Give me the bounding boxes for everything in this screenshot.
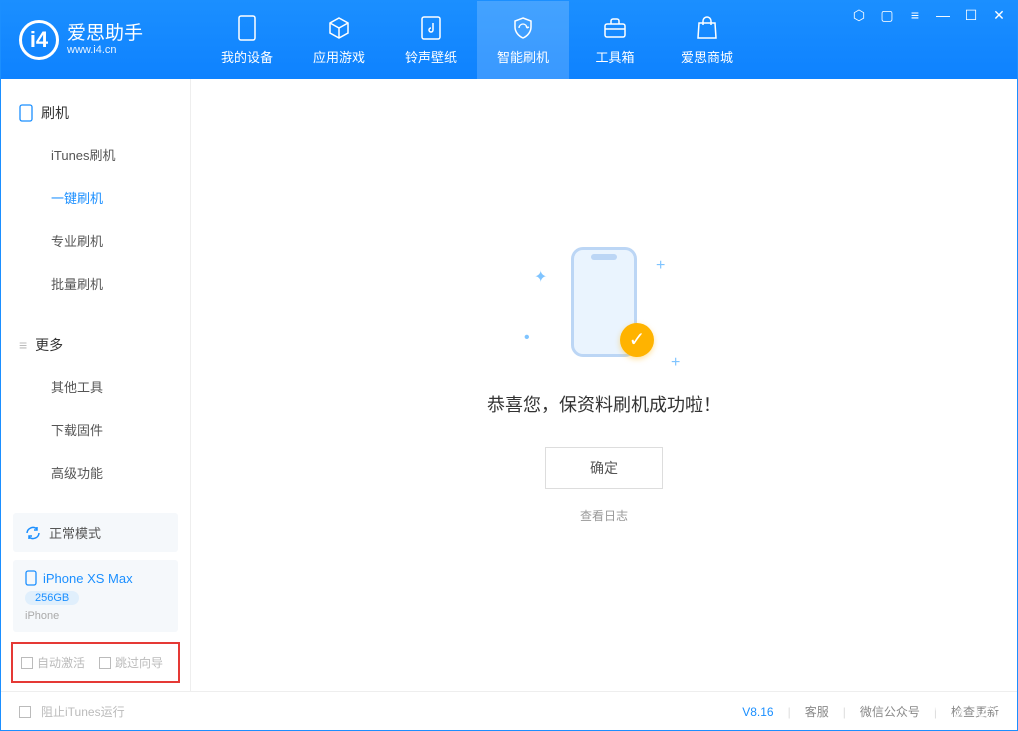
main-content: ✦ + • + ✓ 恭喜您，保资料刷机成功啦！ 确定 查看日志 [191,79,1017,691]
logo-icon: i4 [19,20,59,60]
sidebar-item-advanced[interactable]: 高级功能 [1,451,190,494]
nav-label: 我的设备 [221,47,273,66]
nav-label: 工具箱 [595,47,634,66]
nav-store[interactable]: 爱思商城 [661,1,753,79]
checkbox-block-itunes[interactable]: 阻止iTunes运行 [19,703,125,720]
logo-area: i4 爱思助手 www.i4.cn [1,20,201,60]
close-button[interactable]: ✕ [991,7,1007,23]
nav-ringtones[interactable]: 铃声壁纸 [385,1,477,79]
sidebar-header-more: ≡ 更多 [1,325,190,365]
nav-toolbox[interactable]: 工具箱 [569,1,661,79]
success-message: 恭喜您，保资料刷机成功啦！ [487,391,721,417]
cube-icon [326,15,352,41]
success-illustration: ✦ + • + ✓ [524,247,684,367]
shirt-icon[interactable]: ⬡ [851,7,867,23]
sidebar-item-itunes[interactable]: iTunes刷机 [1,133,190,176]
nav-apps-games[interactable]: 应用游戏 [293,1,385,79]
menu-icon[interactable]: ≡ [907,7,923,23]
nav-label: 铃声壁纸 [405,47,457,66]
titlebar-controls: ⬡ ▢ ≡ — ☐ ✕ [851,7,1007,23]
sidebar-item-oneclick[interactable]: 一键刷机 [1,176,190,219]
mode-card[interactable]: 正常模式 [13,513,178,552]
nav-my-device[interactable]: 我的设备 [201,1,293,79]
mode-label: 正常模式 [49,523,101,542]
lock-icon[interactable]: ▢ [879,7,895,23]
list-icon: ≡ [19,337,27,353]
phone-outline-icon [19,104,33,122]
confirm-button[interactable]: 确定 [545,447,663,489]
maximize-button[interactable]: ☐ [963,7,979,23]
nav-label: 应用游戏 [313,47,365,66]
toolbox-icon [602,15,628,41]
nav-smart-flash[interactable]: 智能刷机 [477,1,569,79]
download-icon[interactable]: ↓ [935,692,963,720]
storage-badge: 256GB [25,591,79,605]
checkbox-auto-activate[interactable]: 自动激活 [21,654,85,671]
customer-service-link[interactable]: 客服 [805,703,829,720]
device-card[interactable]: iPhone XS Max 256GB iPhone [13,560,178,632]
nav-label: 爱思商城 [681,47,733,66]
device-type: iPhone [25,610,166,622]
checkbox-skip-guide[interactable]: 跳过向导 [99,654,163,671]
app-subtitle: www.i4.cn [67,44,143,56]
footer: 阻止iTunes运行 V8.16 | 客服 | 微信公众号 | 检查更新 [1,691,1017,731]
sidebar-header-flash: 刷机 [1,93,190,133]
app-title: 爱思助手 [67,24,143,45]
phone-icon [234,15,260,41]
check-badge-icon: ✓ [620,323,654,357]
minimize-button[interactable]: — [935,7,951,23]
refresh-icon [25,525,41,541]
shield-refresh-icon [510,15,536,41]
sidebar: 刷机 iTunes刷机 一键刷机 专业刷机 批量刷机 ≡ 更多 其他工具 下载固… [1,79,191,691]
sidebar-item-batch[interactable]: 批量刷机 [1,262,190,305]
nav-label: 智能刷机 [497,47,549,66]
header: i4 爱思助手 www.i4.cn 我的设备 应用游戏 铃声壁纸 智能刷机 工具… [1,1,1017,79]
device-name: iPhone XS Max [43,571,133,586]
music-file-icon [418,15,444,41]
view-log-link[interactable]: 查看日志 [580,507,628,524]
header-right-icons: ↓ [935,692,1003,720]
options-box: 自动激活 跳过向导 [11,642,180,683]
user-icon[interactable] [975,692,1003,720]
wechat-link[interactable]: 微信公众号 [860,703,920,720]
version-label: V8.16 [742,705,773,719]
main-nav: 我的设备 应用游戏 铃声壁纸 智能刷机 工具箱 爱思商城 [201,1,753,79]
sidebar-item-download-firmware[interactable]: 下载固件 [1,408,190,451]
bag-icon [694,15,720,41]
sidebar-item-pro[interactable]: 专业刷机 [1,219,190,262]
device-phone-icon [25,570,37,586]
sidebar-item-other-tools[interactable]: 其他工具 [1,365,190,408]
